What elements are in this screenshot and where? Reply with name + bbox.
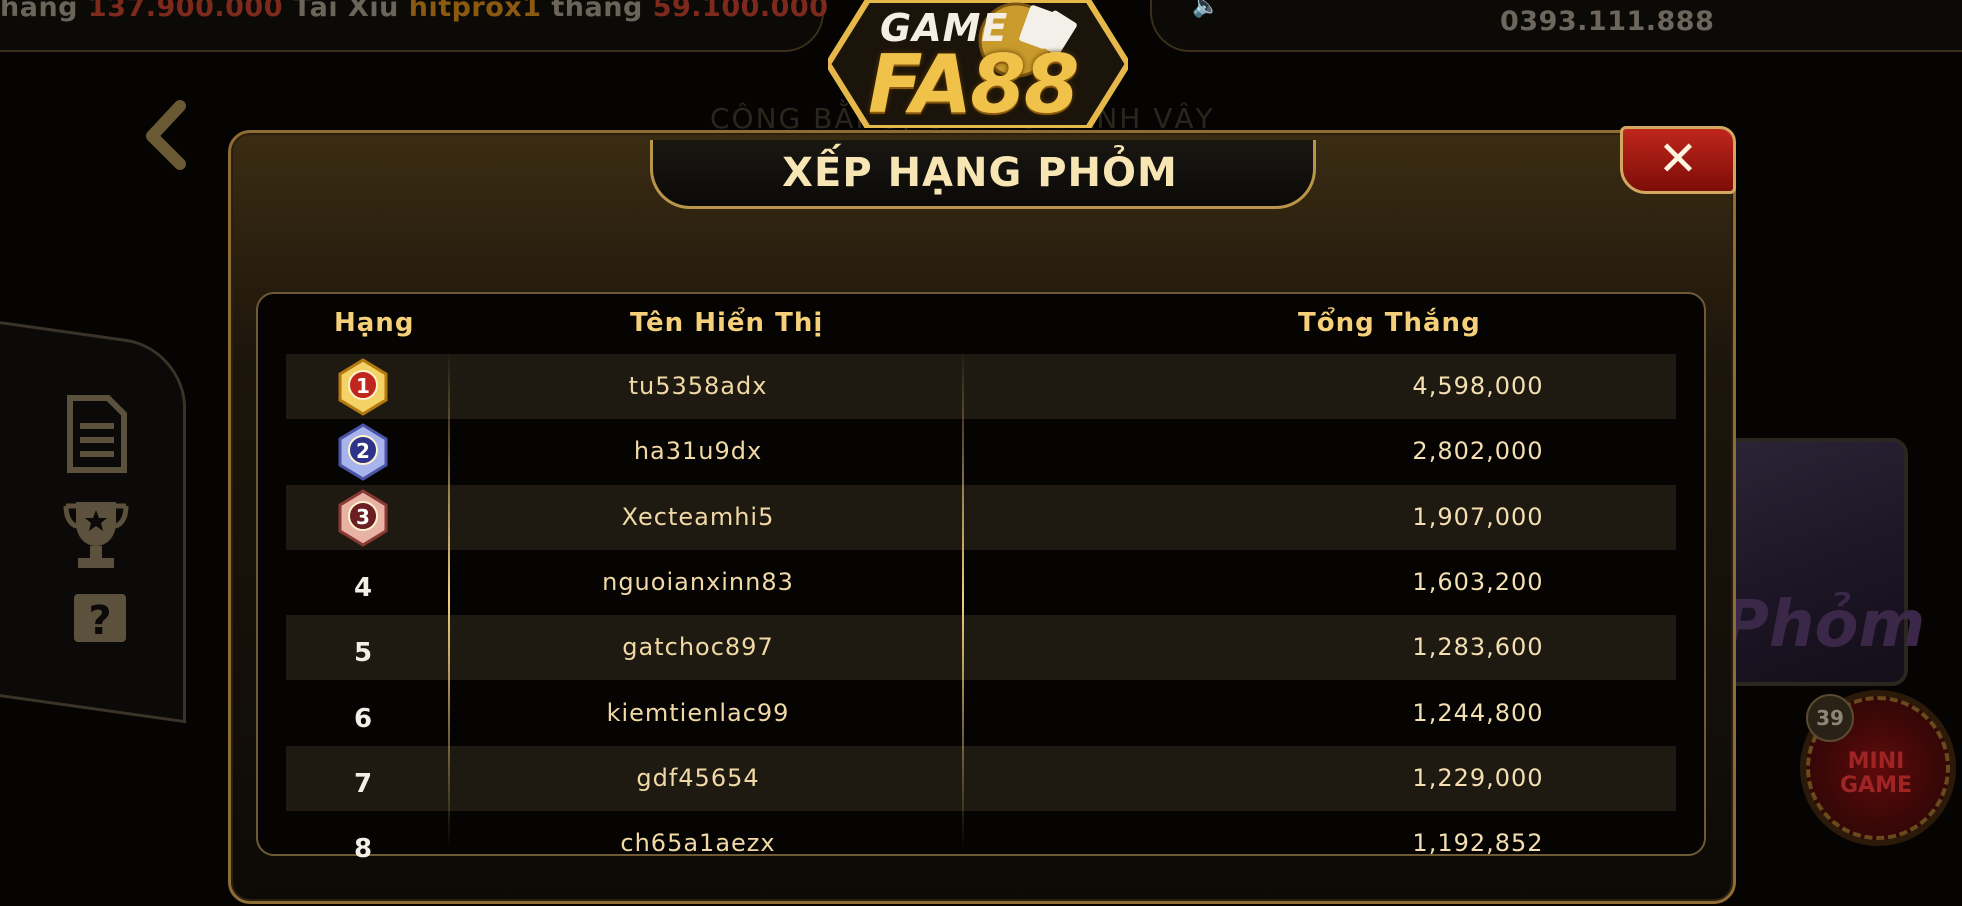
total-win-cell: 1,229,000 <box>1412 764 1544 792</box>
total-win-cell: 4,598,000 <box>1412 372 1544 400</box>
medal-rank-number: 3 <box>356 505 370 529</box>
total-win-cell: 1,283,600 <box>1412 633 1544 661</box>
rank-silver-medal-icon: 2 <box>338 423 388 481</box>
rank-cell: 8 <box>353 834 373 864</box>
player-name-cell: Xecteamhi5 <box>621 503 775 531</box>
table-row[interactable]: 8 ch65a1aezx 1,192,852 <box>286 811 1676 876</box>
column-divider <box>448 350 450 848</box>
column-header-name: Tên Hiển Thị <box>630 308 824 338</box>
rank-cell: 7 <box>353 769 373 799</box>
rank-cell: 5 <box>353 638 373 668</box>
win-ticker: hang 137.900.000 Tài Xỉu hitprox1 thắng … <box>0 0 829 23</box>
table-row[interactable]: 1 tu5358adx 4,598,000 <box>286 354 1676 419</box>
total-win-cell: 1,907,000 <box>1412 503 1544 531</box>
modal-title: XẾP HẠNG PHỎM <box>782 150 1178 196</box>
close-icon: ✕ <box>1657 131 1699 187</box>
column-header-rank: Hạng <box>334 308 415 338</box>
table-row[interactable]: 7 gdf45654 1,229,000 <box>286 746 1676 811</box>
rank-gold-medal-icon: 1 <box>338 358 388 416</box>
ticker-part: 137.900.000 <box>87 0 283 23</box>
rank-bronze-medal-icon: 3 <box>338 489 388 547</box>
player-name-cell: ch65a1aezx <box>620 829 776 857</box>
player-name-cell: ha31u9dx <box>633 437 763 465</box>
mini-game-badge: 39 <box>1806 694 1854 742</box>
svg-text:?: ? <box>88 598 111 644</box>
medal-rank-number: 2 <box>356 439 370 463</box>
total-win-cell: 1,192,852 <box>1412 829 1544 857</box>
player-name-cell: gdf45654 <box>636 764 760 792</box>
hotline-text: 0393.111.888 <box>1500 6 1715 37</box>
player-name-cell: kiemtienlac99 <box>606 699 790 727</box>
total-win-cell: 1,603,200 <box>1412 568 1544 596</box>
table-row[interactable]: 5 gatchoc897 1,283,600 <box>286 615 1676 680</box>
mini-game-label: MINI GAME <box>1839 749 1912 798</box>
ticker-part: hang <box>0 0 88 23</box>
rank-cell: 6 <box>353 704 373 734</box>
table-row[interactable]: 6 kiemtienlac99 1,244,800 <box>286 681 1676 746</box>
back-arrow-icon[interactable] <box>140 100 200 170</box>
table-row[interactable]: 2 ha31u9dx 2,802,000 <box>286 419 1676 484</box>
column-divider <box>962 350 964 848</box>
trophy-icon[interactable] <box>60 498 132 572</box>
player-name-cell: gatchoc897 <box>622 633 774 661</box>
ticker-part: 59.100.000 <box>652 0 829 23</box>
table-row[interactable]: 4 nguoianxinn83 1,603,200 <box>286 550 1676 615</box>
ticker-part: hitprox1 <box>408 0 542 23</box>
total-win-cell: 1,244,800 <box>1412 699 1544 727</box>
column-header-total: Tổng Thắng <box>1298 308 1481 338</box>
player-name-cell: nguoianxinn83 <box>602 568 794 596</box>
document-icon[interactable] <box>64 394 130 474</box>
speaker-icon[interactable]: 🔈 <box>1192 0 1219 19</box>
logo-brand-text: FA88 <box>868 38 1080 131</box>
ticker-part: thắng <box>541 0 653 23</box>
ticker-part: Tài Xỉu <box>282 0 409 23</box>
close-button[interactable]: ✕ <box>1620 126 1736 194</box>
player-name-cell: tu5358adx <box>628 372 768 400</box>
help-icon[interactable]: ? <box>70 590 130 646</box>
rank-cell: 4 <box>353 573 373 603</box>
medal-rank-number: 1 <box>356 374 370 398</box>
total-win-cell: 2,802,000 <box>1412 437 1544 465</box>
table-row[interactable]: 3 Xecteamhi5 1,907,000 <box>286 485 1676 550</box>
